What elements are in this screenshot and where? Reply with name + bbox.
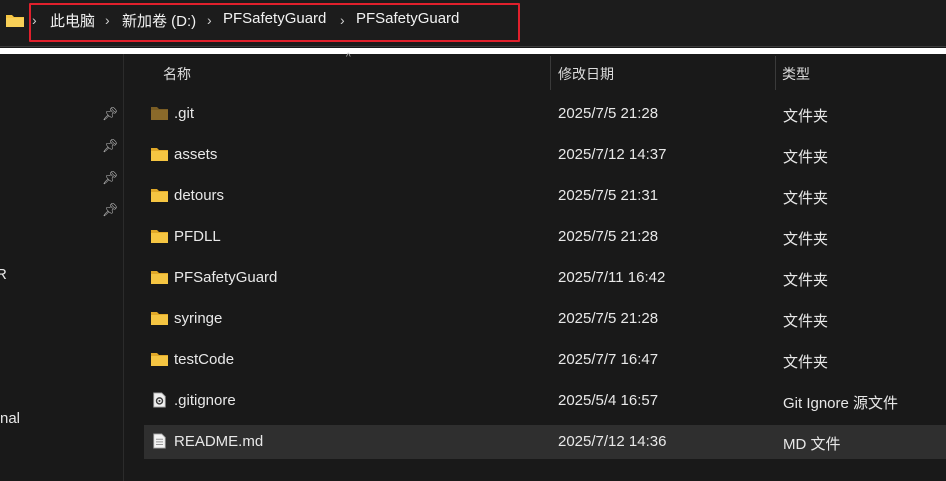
navigation-pane[interactable]: 📌︎ 📌︎ 📌︎ 📌︎ R nal	[0, 54, 123, 481]
column-header-modified[interactable]: 修改日期	[558, 64, 614, 84]
file-type: 文件夹	[783, 313, 829, 330]
pin-icon[interactable]: 📌︎	[101, 138, 119, 156]
table-row[interactable]: testCode 2025/7/7 16:47 文件夹	[144, 343, 946, 377]
column-divider[interactable]	[775, 56, 776, 90]
table-row[interactable]: assets 2025/7/12 14:37 文件夹	[144, 138, 946, 172]
table-row-selected[interactable]: README.md 2025/7/12 14:36 MD 文件	[144, 425, 946, 459]
table-row[interactable]: PFSafetyGuard 2025/7/11 16:42 文件夹	[144, 261, 946, 295]
file-name: testCode	[174, 351, 235, 368]
table-row[interactable]: .gitignore 2025/5/4 16:57 Git Ignore 源文件	[144, 384, 946, 418]
table-row[interactable]: PFDLL 2025/7/5 21:28 文件夹	[144, 220, 946, 254]
file-modified: 2025/7/7 16:47	[558, 351, 659, 368]
address-bar[interactable]: › 此电脑 › 新加卷 (D:) › PFSafetyGuard › PFSaf…	[0, 0, 946, 46]
file-name: PFDLL	[174, 228, 221, 245]
divider	[0, 46, 946, 47]
column-header-type[interactable]: 类型	[782, 64, 810, 84]
file-type: 文件夹	[783, 149, 829, 166]
file-name: .git	[174, 105, 195, 122]
file-type: 文件夹	[783, 190, 829, 207]
folder-icon	[151, 230, 168, 243]
file-name: syringe	[174, 310, 223, 327]
file-name: assets	[174, 146, 218, 163]
folder-icon	[151, 271, 168, 284]
file-modified: 2025/7/5 21:28	[558, 228, 659, 245]
folder-icon	[151, 353, 168, 366]
file-name: PFSafetyGuard	[174, 269, 278, 286]
file-name: .gitignore	[174, 392, 236, 409]
file-type: 文件夹	[783, 272, 829, 289]
table-row[interactable]: detours 2025/7/5 21:31 文件夹	[144, 179, 946, 213]
file-modified: 2025/7/5 21:28	[558, 310, 659, 327]
file-modified: 2025/7/5 21:31	[558, 187, 659, 204]
file-type: 文件夹	[783, 354, 829, 371]
sidebar-item-label[interactable]: R	[0, 266, 7, 283]
file-name: README.md	[174, 433, 264, 450]
column-header-row: 名称 修改日期 类型	[124, 54, 946, 92]
file-modified: 2025/7/12 14:37	[558, 146, 667, 163]
file-type: 文件夹	[783, 108, 829, 125]
file-type: Git Ignore 源文件	[783, 395, 899, 412]
pin-icon[interactable]: 📌︎	[101, 202, 119, 220]
file-name: detours	[174, 187, 225, 204]
table-row[interactable]: syringe 2025/7/5 21:28 文件夹	[144, 302, 946, 336]
file-modified: 2025/7/5 21:28	[558, 105, 659, 122]
settings-file-icon	[153, 392, 166, 408]
breadcrumb-highlight-box	[29, 3, 520, 42]
file-modified: 2025/7/11 16:42	[558, 269, 666, 286]
folder-icon	[151, 107, 168, 120]
file-modified: 2025/5/4 16:57	[558, 392, 659, 409]
column-divider[interactable]	[550, 56, 551, 90]
file-type: MD 文件	[783, 436, 841, 453]
folder-icon	[151, 312, 168, 325]
folder-icon	[6, 15, 24, 27]
table-row[interactable]: .git 2025/7/5 21:28 文件夹	[144, 97, 946, 131]
folder-icon	[151, 189, 168, 202]
pin-icon[interactable]: 📌︎	[101, 170, 119, 188]
document-icon	[153, 433, 166, 449]
pin-icon[interactable]: 📌︎	[101, 106, 119, 124]
pane-splitter[interactable]	[123, 54, 124, 481]
file-type: 文件夹	[783, 231, 829, 248]
file-modified: 2025/7/12 14:36	[558, 433, 667, 450]
sidebar-item-label[interactable]: nal	[0, 410, 20, 427]
column-header-name[interactable]: 名称	[163, 64, 191, 84]
folder-icon	[151, 148, 168, 161]
